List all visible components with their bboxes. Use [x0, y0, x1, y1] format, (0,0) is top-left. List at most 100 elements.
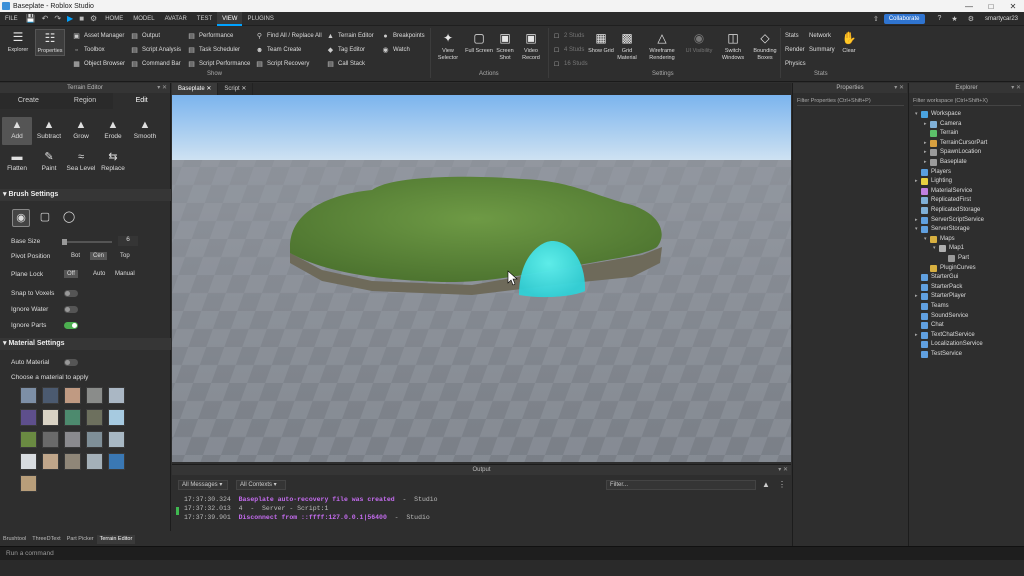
material-swatch[interactable]: [86, 453, 103, 470]
3d-viewport[interactable]: [172, 95, 791, 462]
properties-button[interactable]: ☷ Properties: [35, 29, 65, 56]
material-swatch[interactable]: [86, 409, 103, 426]
material-swatch[interactable]: [64, 453, 81, 470]
view-selector-button[interactable]: ✦ View Selector: [433, 30, 463, 62]
studs-4-option[interactable]: □ 4 Studs: [552, 44, 584, 56]
asset-manager-button[interactable]: ▣ Asset Manager: [72, 30, 124, 42]
script-performance-button[interactable]: ▤ Script Performance: [187, 58, 250, 70]
undo-icon[interactable]: ↶: [39, 14, 52, 23]
tool-replace[interactable]: ⇆ Replace: [98, 151, 128, 172]
collaborate-button[interactable]: Collaborate: [883, 13, 925, 24]
tool-add[interactable]: ▲ Add: [2, 117, 32, 145]
tool-flatten[interactable]: ▬ Flatten: [2, 151, 32, 172]
material-swatch[interactable]: [20, 431, 37, 448]
sphere-shape-icon[interactable]: ◉: [12, 209, 30, 227]
tab-terrain-editor[interactable]: Terrain Editor: [96, 535, 136, 544]
more-options-icon[interactable]: ⋮: [778, 480, 786, 489]
explorer-item[interactable]: Players: [915, 168, 951, 177]
explorer-item[interactable]: MaterialService: [915, 187, 972, 196]
tab-view[interactable]: VIEW: [217, 11, 243, 26]
redo-icon[interactable]: ↷: [51, 14, 64, 23]
tab-avatar[interactable]: AVATAR: [160, 12, 192, 26]
base-size-slider[interactable]: [62, 239, 112, 245]
find-replace-button[interactable]: ⚲ Find All / Replace All: [255, 30, 322, 42]
material-swatch[interactable]: [86, 387, 103, 404]
explorer-item[interactable]: ▸ TextChatService: [915, 331, 975, 340]
video-record-button[interactable]: ▣ Video Record: [516, 30, 546, 62]
messages-filter-dropdown[interactable]: All Messages ▾: [178, 480, 228, 490]
settings-icon[interactable]: ⚙: [87, 14, 100, 23]
material-swatch[interactable]: [86, 431, 103, 448]
tab-region[interactable]: Region: [57, 93, 114, 109]
pivot-cen[interactable]: Cen: [90, 252, 108, 260]
explorer-item[interactable]: Chat: [915, 321, 944, 330]
breakpoints-button[interactable]: ● Breakpoints: [381, 30, 424, 42]
toolbox-button[interactable]: ▫ Toolbox: [72, 44, 104, 56]
material-swatch[interactable]: [42, 453, 59, 470]
play-icon[interactable]: ▶: [64, 14, 76, 23]
minimize-icon[interactable]: —: [958, 2, 980, 11]
output-button[interactable]: ▤ Output: [130, 30, 160, 42]
explorer-item[interactable]: ▾ ServerStorage: [915, 225, 970, 234]
material-swatch[interactable]: [20, 453, 37, 470]
doc-tab-script[interactable]: Script ✕: [218, 83, 254, 95]
share-icon[interactable]: ⇧: [868, 15, 884, 23]
object-browser-button[interactable]: ▦ Object Browser: [72, 58, 125, 70]
tab-model[interactable]: MODEL: [128, 12, 159, 26]
output-filter-input[interactable]: Filter...: [606, 480, 756, 490]
file-menu[interactable]: FILE: [0, 12, 23, 26]
command-bar-input[interactable]: Run a command: [0, 546, 1024, 560]
explorer-item[interactable]: ▾ Workspace: [915, 110, 961, 119]
studs-16-option[interactable]: □ 16 Studs: [552, 58, 587, 70]
explorer-item[interactable]: ReplicatedFirst: [915, 196, 971, 205]
team-create-button[interactable]: ☻ Team Create: [255, 44, 302, 56]
tool-grow[interactable]: ▲ Grow: [66, 119, 96, 140]
script-analysis-button[interactable]: ▤ Script Analysis: [130, 44, 181, 56]
explorer-item[interactable]: ▸ Lighting: [915, 177, 952, 186]
bounding-boxes-button[interactable]: ◇ Bounding Boxes: [750, 30, 780, 62]
base-size-value[interactable]: 6: [118, 236, 138, 246]
explorer-item[interactable]: ▸ Baseplate: [924, 158, 967, 167]
command-bar-button[interactable]: ▤ Command Bar: [130, 58, 181, 70]
explorer-item[interactable]: LocalizationService: [915, 340, 983, 349]
clear-button[interactable]: ✋ Clear: [834, 30, 864, 55]
material-swatch[interactable]: [42, 387, 59, 404]
ignore-water-toggle[interactable]: [64, 306, 78, 313]
studs-2-option[interactable]: □ 2 Studs: [552, 30, 584, 42]
ignore-parts-toggle[interactable]: [64, 322, 78, 329]
properties-filter-input[interactable]: Filter Properties (Ctrl+Shift+P): [797, 96, 904, 106]
viewport-scene[interactable]: [172, 95, 791, 462]
notifications-icon[interactable]: ★: [946, 15, 962, 23]
render-button[interactable]: Render: [785, 44, 805, 56]
clear-output-icon[interactable]: ▲: [762, 480, 770, 489]
explorer-item[interactable]: StarterPack: [915, 283, 962, 292]
material-swatch[interactable]: [64, 387, 81, 404]
username[interactable]: smartycar23: [979, 16, 1024, 22]
pivot-bot[interactable]: Bot: [68, 252, 83, 260]
explorer-item[interactable]: StarterGui: [915, 273, 958, 282]
explorer-item[interactable]: ▾ Maps: [924, 235, 955, 244]
close-icon[interactable]: ✕: [1002, 2, 1024, 11]
brush-settings-header[interactable]: ▾ Brush Settings: [0, 189, 171, 201]
explorer-item[interactable]: TestService: [915, 350, 962, 359]
material-swatch[interactable]: [64, 431, 81, 448]
tab-threedtext[interactable]: ThreeDText: [29, 535, 63, 544]
auto-material-toggle[interactable]: [64, 359, 78, 366]
explorer-item[interactable]: ReplicatedStorage: [915, 206, 980, 215]
call-stack-button[interactable]: ▤ Call Stack: [326, 58, 365, 70]
stats-button[interactable]: Stats: [785, 30, 799, 42]
tab-part-picker[interactable]: Part Picker: [64, 535, 97, 544]
settings-gear-icon[interactable]: ⚙: [963, 15, 979, 23]
explorer-item[interactable]: Terrain: [924, 129, 958, 138]
panel-close-icon[interactable]: ▾ ✕: [157, 83, 167, 93]
tab-home[interactable]: HOME: [100, 12, 128, 26]
script-recovery-button[interactable]: ▤ Script Recovery: [255, 58, 309, 70]
cube-shape-icon[interactable]: ▢: [36, 209, 54, 227]
plane-lock-auto[interactable]: Auto: [90, 270, 108, 278]
stop-icon[interactable]: ■: [76, 14, 87, 23]
material-settings-header[interactable]: ▾ Material Settings: [0, 338, 171, 350]
contexts-filter-dropdown[interactable]: All Contexts ▾: [236, 480, 286, 490]
material-swatch[interactable]: [108, 431, 125, 448]
explorer-item[interactable]: ▸ StarterPlayer: [915, 292, 966, 301]
maximize-icon[interactable]: □: [980, 2, 1002, 11]
